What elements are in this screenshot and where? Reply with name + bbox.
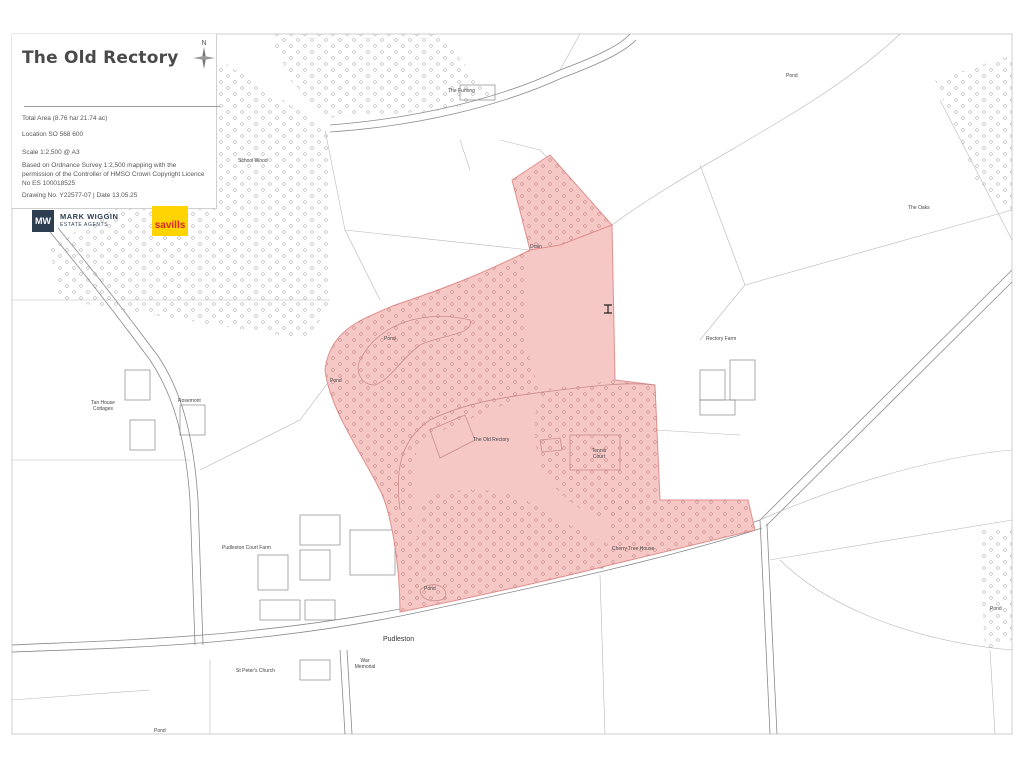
label-tennis-court: Tennis Court	[591, 448, 607, 460]
mark-wiggin-name: MARK WIGGIN	[60, 212, 119, 221]
drawing-number: Drawing No. Y22577-07 | Date 13.05.25	[22, 192, 138, 199]
label-cherry-tree-house: Cherry Tree House	[612, 546, 655, 552]
label-pudleston-court-farm: Pudleston Court Farm	[222, 545, 271, 551]
total-area: Total Area (8.76 ha/ 21.74 ac)	[22, 115, 108, 122]
label-school-wood: School Wood	[238, 158, 268, 164]
north-arrow-icon: N	[193, 40, 215, 69]
label-st-peters: St Peter's Church	[236, 668, 276, 674]
label-drain: Drain	[530, 244, 542, 250]
copyright-note: Based on Ordnance Survey 1:2,500 mapping…	[22, 162, 205, 187]
label-rosemont: Rosemont	[178, 398, 201, 404]
label-pond-sw: Pond	[154, 728, 166, 734]
label-rectory-farm: Rectory Farm	[706, 336, 737, 342]
mark-wiggin-sub: ESTATE AGENTS	[60, 222, 109, 228]
label-pond-north: Pond	[384, 336, 396, 342]
plan-title: The Old Rectory	[22, 48, 179, 68]
location: Location SO 568 600	[22, 131, 84, 138]
north-label: N	[201, 40, 206, 47]
scale: Scale 1:2,500 @ A3	[22, 149, 80, 156]
label-pond-e: Pond	[990, 606, 1002, 612]
savills-logo: savills	[152, 206, 188, 236]
mark-wiggin-logo-icon: MW	[32, 210, 54, 232]
label-pond-ne: Pond	[786, 73, 798, 79]
label-the-old-rectory: The Old Rectory	[473, 437, 510, 443]
label-pond-south: Pond	[424, 586, 436, 592]
label-pond-west: Pond	[330, 378, 342, 384]
legend-panel: The Old Rectory N Total Area (8.76 ha/ 2…	[12, 34, 220, 236]
label-the-oaks: The Oaks	[908, 205, 930, 211]
label-pudleston: Pudleston	[383, 636, 415, 643]
label-the-furlong: The Furlong	[448, 88, 475, 94]
label-tan-house: Tan House Cottages	[91, 400, 115, 412]
label-war-memorial: War Memorial	[354, 658, 376, 670]
title-divider	[24, 106, 220, 107]
